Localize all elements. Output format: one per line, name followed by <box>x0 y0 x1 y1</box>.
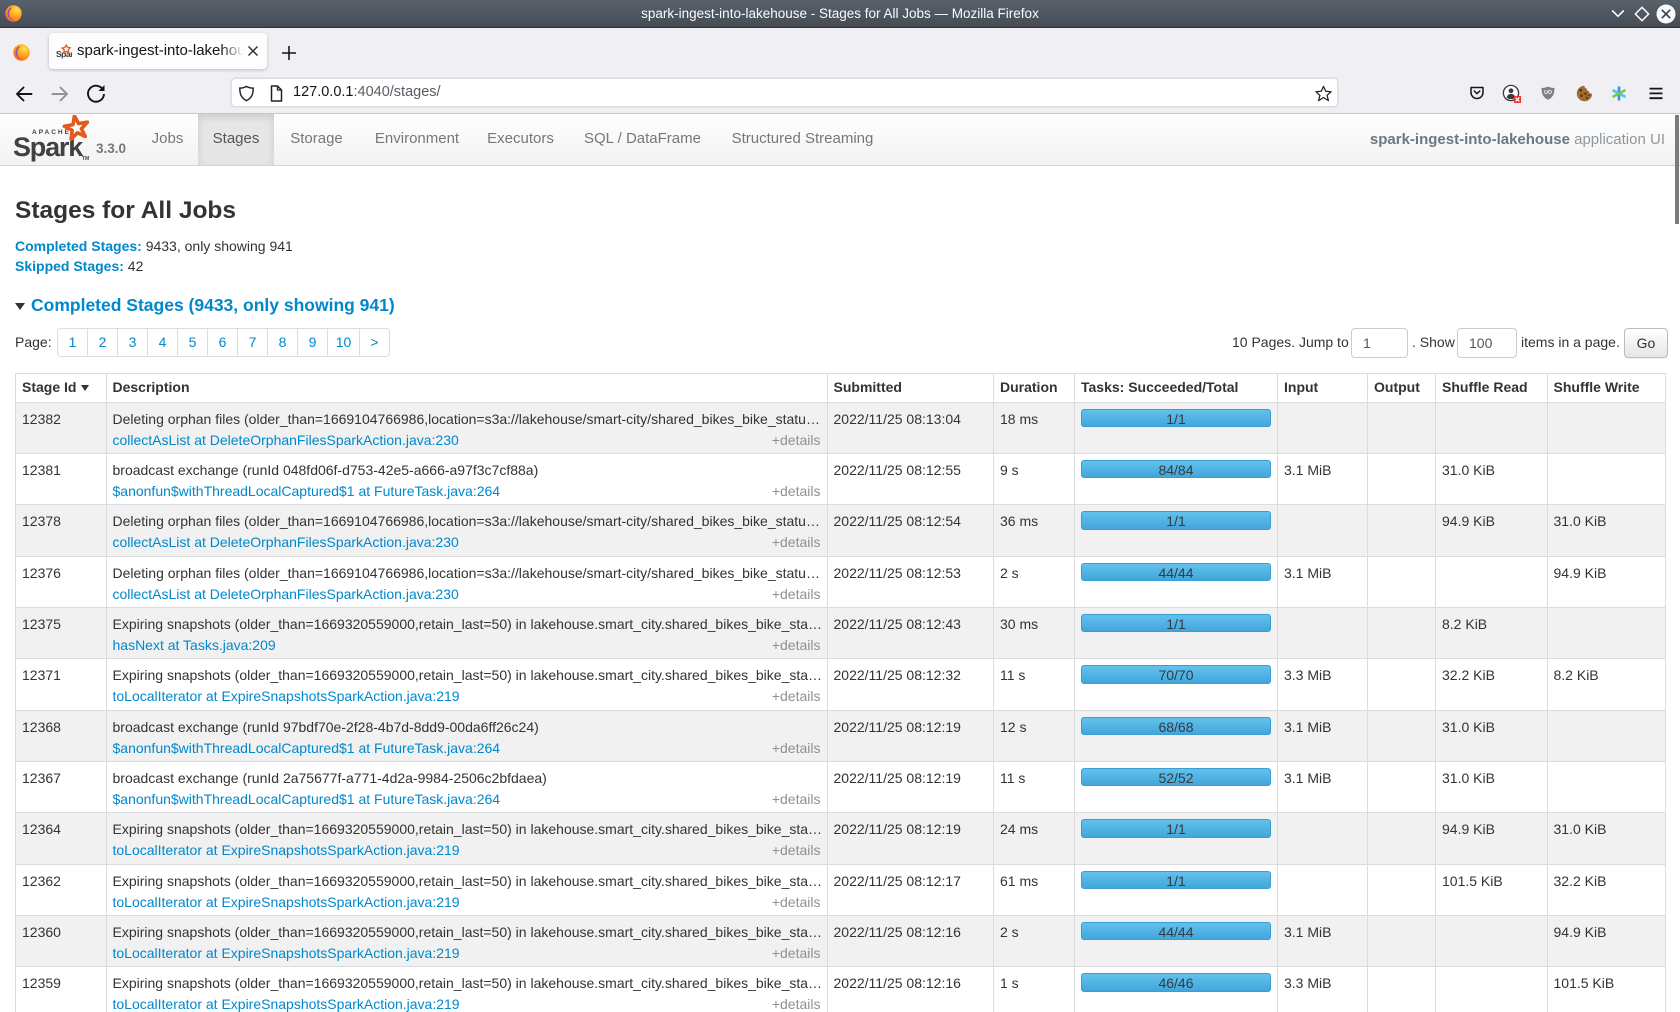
svg-text:UO: UO <box>1544 90 1552 96</box>
svg-text:TM: TM <box>82 156 89 162</box>
